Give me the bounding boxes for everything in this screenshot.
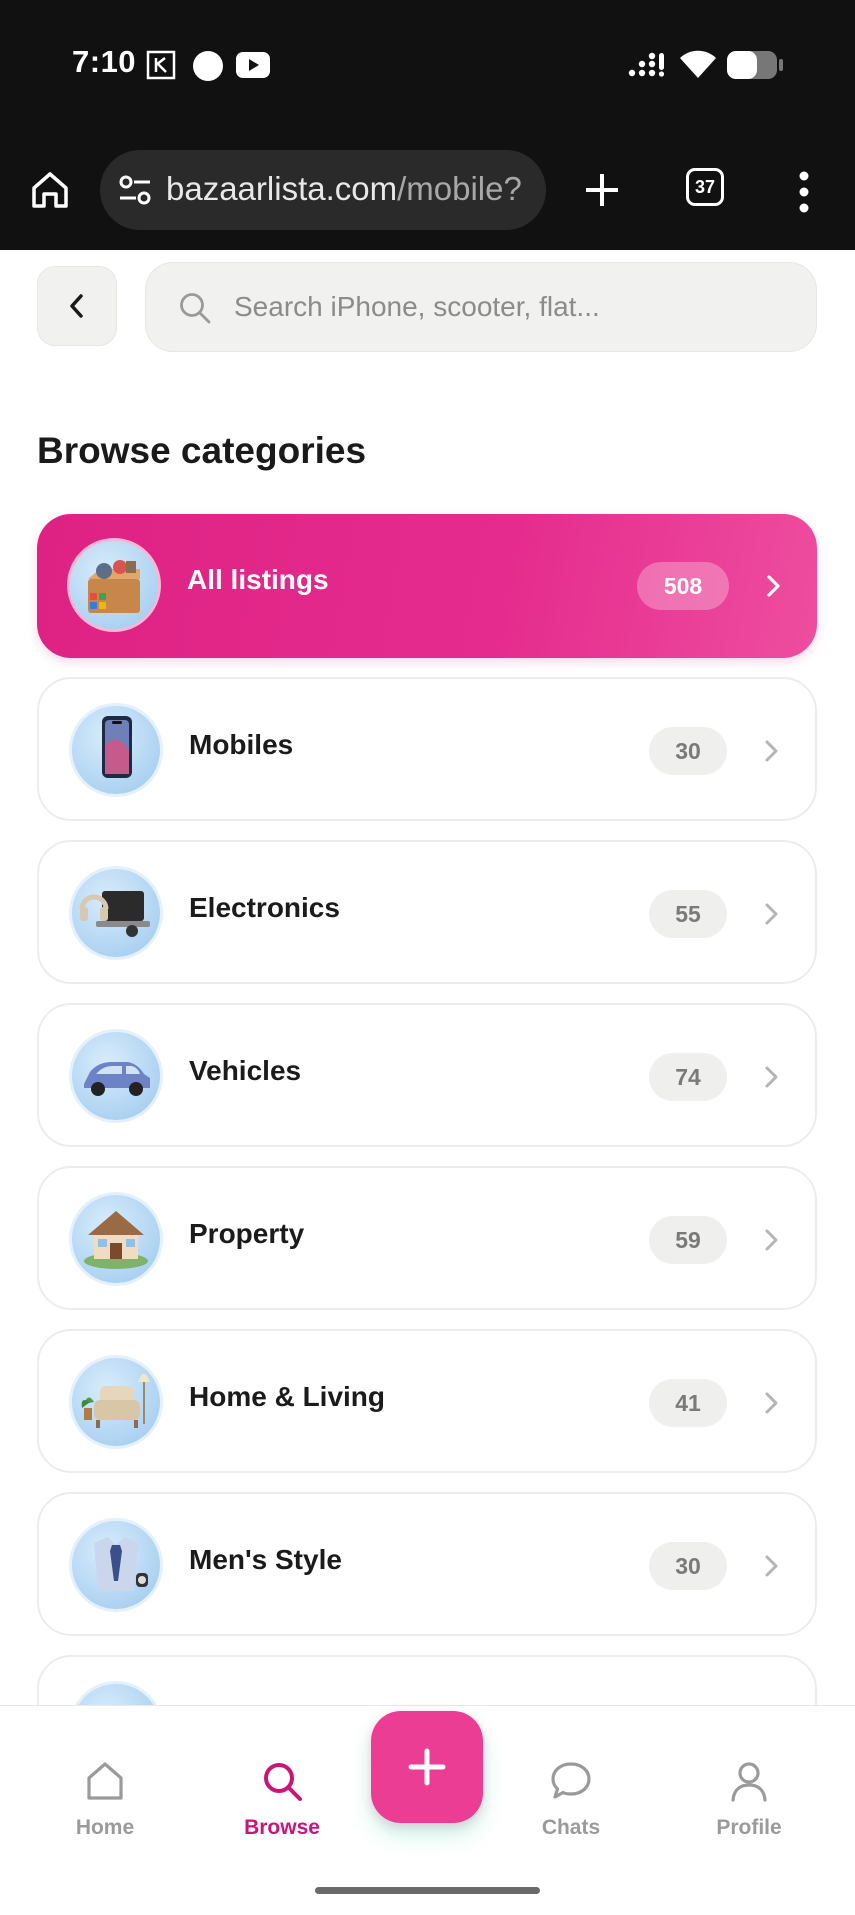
chevron-right-icon	[765, 1392, 778, 1414]
count-badge: 55	[649, 890, 727, 938]
laptop-icon	[69, 866, 163, 960]
nav-label: Profile	[716, 1816, 782, 1839]
chevron-right-icon	[765, 903, 778, 925]
car-icon	[69, 1029, 163, 1123]
url-host: bazaarlista.com	[166, 170, 398, 207]
chevron-right-icon	[765, 1229, 778, 1251]
nav-label: Home	[75, 1816, 135, 1839]
category-card-electronics[interactable]: Electronics 55	[37, 840, 817, 984]
category-label: Electronics	[189, 892, 340, 923]
status-time: 7:10	[72, 44, 137, 79]
shirt-icon	[69, 1518, 163, 1612]
browser-home-icon[interactable]	[28, 168, 72, 212]
smartphone-icon	[69, 703, 163, 797]
home-icon	[87, 1762, 123, 1800]
count-badge: 30	[649, 1542, 727, 1590]
notification-k-icon	[146, 50, 176, 80]
page-title: Browse categories	[37, 430, 367, 471]
search-placeholder: Search iPhone, scooter, flat...	[234, 291, 600, 322]
search-input[interactable]: Search iPhone, scooter, flat...	[145, 262, 817, 352]
count-badge: 59	[649, 1216, 727, 1264]
category-card-property[interactable]: Property 59	[37, 1166, 817, 1310]
chevron-right-icon	[767, 575, 780, 597]
category-card-home-living[interactable]: Home & Living 41	[37, 1329, 817, 1473]
tab-count: 37	[694, 176, 716, 197]
status-bar: 7:10	[0, 0, 855, 128]
plus-icon	[408, 1748, 446, 1786]
count-badge: 74	[649, 1053, 727, 1101]
battery-icon	[727, 51, 783, 79]
count-badge: 508	[637, 562, 729, 610]
nav-label: Chats	[541, 1816, 601, 1839]
chat-bubble-icon	[551, 1762, 591, 1799]
signal-icon	[628, 52, 665, 77]
category-card-all-listings[interactable]: All listings 508	[37, 514, 817, 658]
category-label: Vehicles	[189, 1055, 302, 1086]
nav-profile[interactable]: Profile	[689, 1758, 809, 1840]
new-tab-icon[interactable]	[580, 168, 624, 212]
url-path: /mobile?	[397, 170, 522, 207]
category-card-mobiles[interactable]: Mobiles 30	[37, 677, 817, 821]
count-badge: 30	[649, 727, 727, 775]
house-icon	[69, 1192, 163, 1286]
tab-switcher-button[interactable]: 37	[686, 168, 724, 206]
category-label: Mobiles	[189, 729, 294, 760]
category-card-mens-style[interactable]: Men's Style 30	[37, 1492, 817, 1636]
nav-chats[interactable]: Chats	[511, 1758, 631, 1840]
chevron-right-icon	[765, 1066, 778, 1088]
chevron-left-icon	[70, 294, 83, 318]
wifi-icon	[680, 50, 716, 78]
armchair-icon	[69, 1355, 163, 1449]
search-icon	[180, 293, 211, 324]
circle-icon	[193, 51, 223, 81]
create-listing-button[interactable]	[371, 1711, 483, 1823]
nav-label: Browse	[244, 1816, 320, 1839]
category-label: Home & Living	[189, 1381, 386, 1412]
category-label: Property	[189, 1218, 305, 1249]
chevron-right-icon	[765, 1555, 778, 1577]
search-icon	[264, 1763, 302, 1801]
nav-browse[interactable]: Browse	[222, 1758, 342, 1840]
boxes-icon	[67, 538, 161, 632]
url-text[interactable]: bazaarlista.com/mobile?	[166, 170, 538, 208]
back-button[interactable]	[37, 266, 117, 346]
chevron-right-icon	[765, 740, 778, 762]
url-bar[interactable]: bazaarlista.com/mobile?	[100, 150, 546, 230]
category-label: Men's Style	[189, 1544, 342, 1575]
person-icon	[731, 1762, 767, 1802]
site-settings-icon[interactable]	[116, 170, 156, 210]
youtube-icon	[236, 52, 270, 78]
category-label: All listings	[187, 564, 329, 595]
count-badge: 41	[649, 1379, 727, 1427]
category-card-vehicles[interactable]: Vehicles 74	[37, 1003, 817, 1147]
gesture-home-bar[interactable]	[315, 1887, 540, 1894]
more-menu-icon[interactable]	[796, 168, 812, 216]
browser-toolbar: bazaarlista.com/mobile? 37	[0, 128, 855, 250]
nav-home[interactable]: Home	[45, 1758, 165, 1840]
